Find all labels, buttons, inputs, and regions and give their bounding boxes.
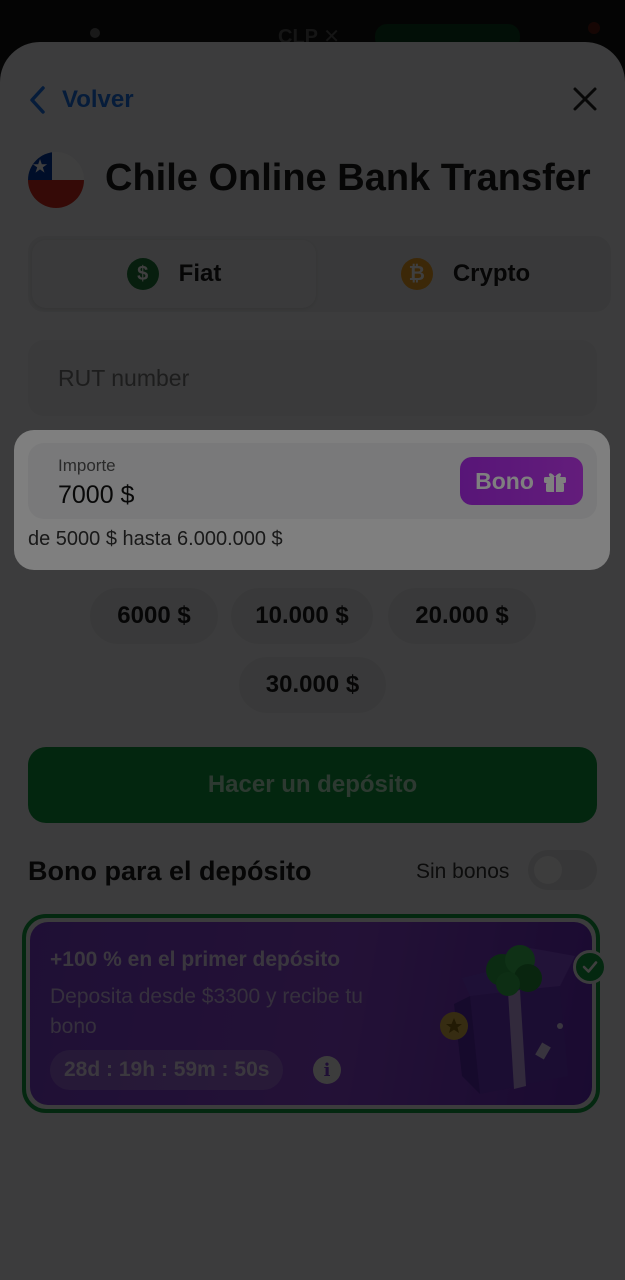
deposit-sheet: Volver Chile Online Bank Transfer $ Fiat… [0,42,625,1280]
bono-button[interactable]: Bono [460,457,583,505]
quick-amount-chip[interactable]: 10.000 $ [231,588,373,644]
amount-value: 7000 $ [58,481,135,509]
quick-amount-chip[interactable]: 30.000 $ [239,657,386,713]
selected-check-icon [573,950,607,984]
notification-dot [588,22,600,34]
rut-number-input[interactable]: RUT number [28,340,597,416]
bonus-card[interactable]: +100 % en el primer depósito Deposita de… [22,914,600,1113]
bonus-card-body: +100 % en el primer depósito Deposita de… [30,922,592,1105]
tab-fiat-label: Fiat [178,260,222,287]
bonus-card-title: +100 % en el primer depósito [50,948,341,971]
amount-label: Importe [58,456,116,475]
bono-label: Bono [475,467,534,494]
quick-amount-chip[interactable]: 20.000 $ [388,588,536,644]
bitcoin-icon: ₿ [400,258,433,290]
chevron-left-icon [30,86,45,114]
deposit-button[interactable]: Hacer un depósito [28,747,597,823]
page-title: Chile Online Bank Transfer [105,157,591,199]
tab-fiat[interactable]: $ Fiat [32,240,316,308]
chile-flag-icon [28,152,84,208]
bonus-countdown: 28d : 19h : 59m : 50s [50,1050,284,1090]
camera-dot [90,28,100,38]
quick-amount-chip[interactable]: 6000 $ [90,588,218,644]
back-button[interactable]: Volver [28,86,134,114]
info-icon[interactable]: i [313,1056,341,1084]
gift-box-illustration-icon [440,945,575,1094]
payment-type-tabs: $ Fiat ₿ Crypto [28,236,611,312]
bonus-card-description: Deposita desde $3300 y recibe tu bono [50,985,363,1038]
dollar-icon: $ [126,258,159,290]
no-bonus-label: Sin bonos [416,860,510,883]
toggle-knob [534,856,562,884]
gift-icon [543,473,566,492]
back-label: Volver [62,86,134,113]
no-bonus-toggle[interactable] [528,850,597,890]
bonus-section-title: Bono para el depósito [28,856,312,886]
tab-crypto-label: Crypto [452,260,531,287]
tab-crypto[interactable]: ₿ Crypto [324,240,607,308]
close-button[interactable] [570,84,600,114]
amount-range-hint: de 5000 $ hasta 6.000.000 $ [28,528,283,550]
close-icon [573,87,597,111]
amount-field[interactable]: Importe 7000 $ Bono [28,443,597,519]
